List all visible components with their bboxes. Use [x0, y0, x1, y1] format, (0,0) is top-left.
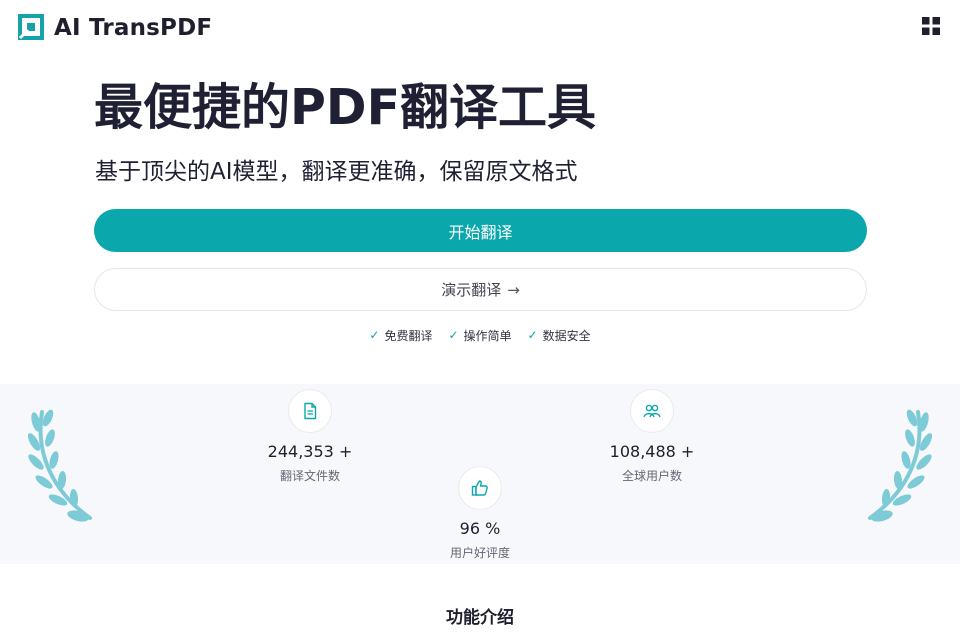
check-icon: ✓ [527, 328, 538, 342]
thumbs-up-icon [458, 466, 502, 510]
start-translate-button[interactable]: 开始翻译 [94, 209, 867, 252]
stat-label: 翻译文件数 [279, 469, 340, 483]
users-icon [630, 389, 674, 433]
feature-label: 免费翻译 [384, 328, 433, 343]
demo-translate-label: 演示翻译 [441, 281, 502, 299]
brand-name[interactable]: AI TransPDF [54, 13, 212, 43]
hero-title: 最便捷的PDF翻译工具 [94, 79, 597, 136]
feature-item: ✓ 操作简单 [448, 325, 511, 345]
feature-item: ✓ 数据安全 [528, 325, 591, 345]
feature-item: ✓ 免费翻译 [369, 325, 432, 345]
demo-translate-button[interactable]: 演示翻译 → [94, 268, 867, 311]
stat-global-users: 108,488 + 全球用户数 [572, 389, 732, 484]
stat-label: 全球用户数 [621, 469, 682, 483]
stat-user-rating: 96 % 用户好评度 [400, 466, 560, 561]
document-icon [288, 389, 332, 433]
grid-menu-icon[interactable] [920, 15, 942, 37]
hero-subtitle: 基于顶尖的AI模型，翻译更准确，保留原文格式 [95, 159, 578, 185]
feature-label: 数据安全 [542, 328, 591, 343]
top-header: AI TransPDF [0, 0, 960, 56]
check-icon: ✓ [448, 328, 459, 342]
arrow-right-icon: → [507, 280, 520, 299]
square-logo-icon[interactable] [18, 14, 44, 40]
feature-list: ✓ 免费翻译 ✓ 操作简单 ✓ 数据安全 [0, 325, 960, 345]
feature-label: 操作简单 [463, 328, 512, 343]
stat-files-translated: 244,353 + 翻译文件数 [230, 389, 390, 484]
stat-value: 244,353 + [267, 442, 353, 461]
check-icon: ✓ [369, 328, 380, 342]
stat-label: 用户好评度 [449, 546, 510, 560]
laurel-right-icon [868, 409, 932, 522]
stat-value: 108,488 + [609, 442, 695, 461]
stat-value: 96 % [459, 519, 501, 538]
features-section-title: 功能介绍 [446, 608, 514, 628]
laurel-left-icon [28, 409, 92, 522]
